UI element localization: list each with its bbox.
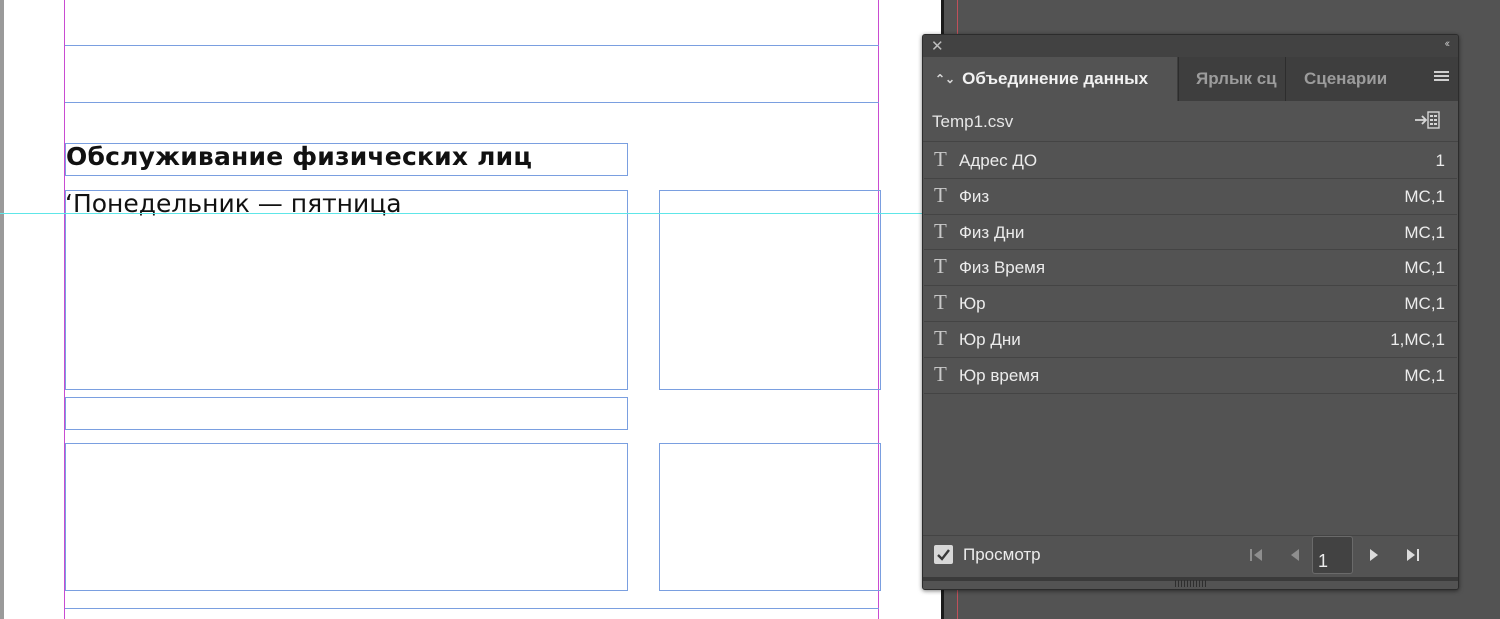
field-value: 1 [1435, 151, 1445, 170]
field-row[interactable]: T Физ МС,1 [924, 179, 1457, 215]
panel-menu-icon[interactable] [1434, 71, 1449, 83]
field-name: Юр [959, 294, 986, 314]
frame-edge [65, 45, 879, 46]
field-row[interactable]: T Юр Дни 1,МС,1 [924, 322, 1457, 358]
field-value: 1,МС,1 [1390, 329, 1445, 349]
text-frame[interactable] [65, 397, 628, 430]
field-row[interactable]: T Адрес ДО 1 [924, 143, 1457, 179]
updown-chevron-icon: ⌃⌄ [935, 72, 956, 86]
document-heading[interactable]: Обслуживание физических лиц [66, 142, 532, 171]
text-frame[interactable] [65, 443, 628, 591]
field-value: МС,1 [1404, 365, 1445, 385]
field-name: Физ Время [959, 258, 1046, 278]
close-icon[interactable]: ✕ [931, 37, 944, 55]
tab-scripts[interactable]: Сценарии [1285, 57, 1395, 101]
panel-titlebar[interactable]: ✕ ‹‹ [923, 35, 1458, 57]
data-merge-panel: ✕ ‹‹ ⌃⌄ Объединение данных Ярлык сц Сцен… [922, 34, 1459, 590]
text-field-icon: T [934, 290, 947, 315]
preview-label: Просмотр [963, 545, 1041, 564]
preview-checkbox[interactable] [934, 545, 953, 564]
field-row[interactable]: T Юр время МС,1 [924, 358, 1457, 394]
tab-label: Объединение данных [962, 69, 1149, 88]
tab-label: Ярлык сц [1196, 69, 1277, 88]
previous-record-icon[interactable] [1286, 546, 1304, 564]
field-name: Юр Дни [959, 329, 1021, 349]
panel-footer: Просмотр [923, 535, 1458, 575]
side-text-frame[interactable] [659, 190, 881, 390]
panel-tabs: ⌃⌄ Объединение данных Ярлык сц Сценарии [923, 57, 1458, 101]
text-field-icon: T [934, 361, 947, 386]
text-field-icon: T [934, 254, 947, 279]
next-record-icon[interactable] [1365, 546, 1383, 564]
frame-edge [65, 608, 879, 609]
field-name: Юр время [959, 365, 1040, 385]
field-name: Физ [959, 186, 990, 206]
tab-data-merge[interactable]: ⌃⌄ Объединение данных [923, 57, 1177, 101]
field-row[interactable]: T Физ Дни МС,1 [924, 215, 1457, 251]
import-data-source-icon[interactable] [1413, 109, 1441, 131]
field-name: Адрес ДО [959, 151, 1038, 170]
side-text-frame[interactable] [659, 443, 881, 591]
field-value: МС,1 [1404, 186, 1445, 206]
collapse-double-chevron-icon[interactable]: ‹‹ [1445, 38, 1451, 50]
tab-label: Сценарии [1304, 69, 1388, 88]
text-field-icon: T [934, 182, 947, 207]
checkmark-icon [937, 549, 950, 561]
data-source-row: Temp1.csv [923, 101, 1458, 142]
data-source-name: Temp1.csv [932, 112, 1014, 131]
text-field-icon: T [934, 147, 947, 171]
body-text-frame[interactable] [65, 190, 628, 390]
field-row[interactable]: T Физ Время МС,1 [924, 250, 1457, 287]
field-value: МС,1 [1404, 294, 1445, 314]
text-field-icon: T [934, 218, 947, 243]
field-value: МС,1 [1404, 222, 1445, 242]
field-list: T Адрес ДО 1 T Физ МС,1 T Физ Дни МС,1 T… [924, 143, 1457, 394]
text-field-icon: T [934, 325, 947, 350]
field-name: Физ Дни [959, 222, 1025, 242]
tab-script-label[interactable]: Ярлык сц [1178, 57, 1284, 101]
first-record-icon[interactable] [1247, 546, 1265, 564]
record-number-input[interactable] [1312, 536, 1353, 574]
ruler-guide[interactable] [0, 213, 925, 214]
last-record-icon[interactable] [1404, 546, 1422, 564]
panel-resize-bar [923, 575, 1458, 589]
field-value: МС,1 [1404, 258, 1445, 278]
frame-edge [65, 102, 879, 103]
document-page[interactable] [4, 0, 941, 619]
field-row[interactable]: T Юр МС,1 [924, 286, 1457, 322]
resize-grip-icon[interactable] [1175, 580, 1207, 587]
